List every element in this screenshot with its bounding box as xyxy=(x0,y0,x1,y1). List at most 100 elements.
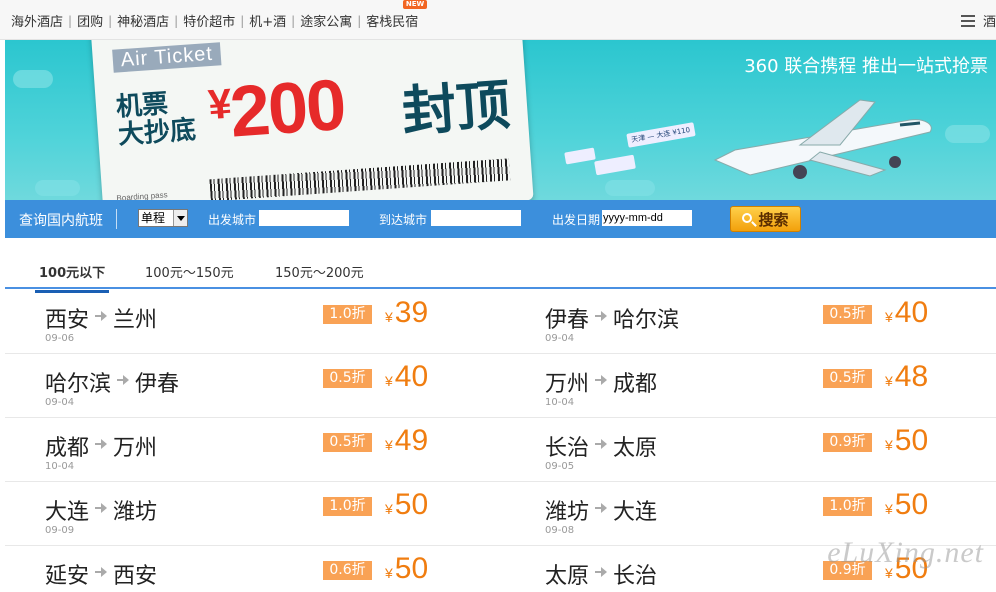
flight-date: 09-05 xyxy=(545,461,575,472)
arrow-right-icon xyxy=(95,566,108,578)
discount-badge: 1.0折 xyxy=(323,305,372,324)
tab-100-150[interactable]: 100元～150元 xyxy=(145,262,234,281)
fare-price-value: 50 xyxy=(394,488,429,521)
search-button[interactable]: 搜索 xyxy=(730,206,801,232)
fare-item[interactable]: 万州 成都 10-04 0.5折 ¥48 xyxy=(505,354,996,418)
new-badge: NEW xyxy=(402,0,428,9)
flight-date: 09-06 xyxy=(45,333,75,344)
origin-city: 太原 xyxy=(545,564,590,589)
menu-icon[interactable] xyxy=(960,14,975,27)
arrow-right-icon xyxy=(95,310,108,322)
ticket-graphic: Air Ticket 机票 大抄底 ¥200 封顶 Boarding pass xyxy=(90,40,534,200)
tab-under-100[interactable]: 100元以下 xyxy=(34,262,110,293)
currency-symbol: ¥ xyxy=(385,437,393,453)
promo-banner[interactable]: Air Ticket 机票 大抄底 ¥200 封顶 Boarding pass … xyxy=(5,40,996,200)
fare-price[interactable]: ¥50 xyxy=(385,552,428,586)
route: 伊春 哈尔滨 xyxy=(545,302,679,334)
mini-ticket-decoration xyxy=(564,147,596,165)
banner-yen: ¥ xyxy=(206,79,232,129)
fare-item[interactable]: 成都 万州 10-04 0.5折 ¥49 xyxy=(5,418,500,482)
fare-item[interactable]: 哈尔滨 伊春 09-04 0.5折 ¥40 xyxy=(5,354,500,418)
route: 延安 西安 xyxy=(45,558,157,590)
destination-city: 伊春 xyxy=(135,372,180,397)
top-nav-right[interactable]: 酒 xyxy=(960,11,996,30)
fare-item[interactable]: 伊春 哈尔滨 09-04 0.5折 ¥40 xyxy=(505,290,996,354)
cloud-decoration xyxy=(945,125,990,143)
top-nav-right-label[interactable]: 酒 xyxy=(983,11,996,30)
flight-date: 09-04 xyxy=(45,397,75,408)
destination-city: 太原 xyxy=(613,436,658,461)
airplane-icon xyxy=(713,99,932,179)
nav-link-inn[interactable]: 客栈民宿 NEW xyxy=(361,0,428,30)
fare-price[interactable]: ¥50 xyxy=(885,488,928,522)
nav-link-group-buy[interactable]: 团购 xyxy=(72,11,108,30)
destination-city: 潍坊 xyxy=(113,500,158,525)
to-city-input[interactable] xyxy=(431,210,521,226)
currency-symbol: ¥ xyxy=(385,565,393,581)
fare-item[interactable]: 延安 西安 0.6折 ¥50 xyxy=(5,546,500,592)
arrow-right-icon xyxy=(595,374,608,386)
nav-link-flight-hotel[interactable]: 机+酒 xyxy=(244,11,291,30)
fare-price-value: 40 xyxy=(394,360,429,393)
fare-price-value: 39 xyxy=(394,296,429,329)
banner-line2: 大抄底 xyxy=(117,115,198,151)
nav-link-mystery-hotel[interactable]: 神秘酒店 xyxy=(112,11,174,30)
mini-ticket-decoration xyxy=(594,154,636,176)
currency-symbol: ¥ xyxy=(885,501,893,517)
banner-suffix: 封顶 xyxy=(400,73,513,144)
route: 成都 万州 xyxy=(45,430,157,462)
flight-search-bar: 查询国内航班 单程 出发城市 到达城市 出发日期 搜索 xyxy=(5,200,996,238)
arrow-right-icon xyxy=(117,374,130,386)
origin-city: 哈尔滨 xyxy=(45,372,112,397)
origin-city: 成都 xyxy=(45,436,90,461)
destination-city: 哈尔滨 xyxy=(613,308,680,333)
cloud-decoration xyxy=(35,180,80,196)
discount-badge: 0.5折 xyxy=(323,369,372,388)
route: 大连 潍坊 xyxy=(45,494,157,526)
destination-city: 长治 xyxy=(613,564,658,589)
destination-city: 西安 xyxy=(113,564,158,589)
boarding-pass-label: Boarding pass xyxy=(116,190,168,200)
fare-item[interactable]: 大连 潍坊 09-09 1.0折 ¥50 xyxy=(5,482,500,546)
cloud-decoration xyxy=(605,180,655,196)
table-row: 哈尔滨 伊春 09-04 0.5折 ¥40 万州 成都 10-04 0.5折 ¥48 xyxy=(5,354,996,418)
from-city-label: 出发城市 xyxy=(208,213,257,227)
flight-date: 10-04 xyxy=(45,461,75,472)
destination-city: 成都 xyxy=(613,372,658,397)
fare-price[interactable]: ¥40 xyxy=(885,296,928,330)
route: 万州 成都 xyxy=(545,366,657,398)
fare-price-value: 49 xyxy=(394,424,429,457)
fare-price[interactable]: ¥50 xyxy=(885,424,928,458)
chevron-down-icon[interactable] xyxy=(173,210,187,226)
arrow-right-icon xyxy=(595,310,608,322)
nav-link-tujia-apartment[interactable]: 途家公寓 xyxy=(295,11,357,30)
destination-city: 兰州 xyxy=(113,308,158,333)
route: 潍坊 大连 xyxy=(545,494,657,526)
fare-item[interactable]: 长治 太原 09-05 0.9折 ¥50 xyxy=(505,418,996,482)
from-city-input[interactable] xyxy=(259,210,349,226)
discount-badge: 1.0折 xyxy=(323,497,372,516)
discount-badge: 0.5折 xyxy=(323,433,372,452)
trip-type-select[interactable]: 单程 xyxy=(138,209,188,227)
fare-price[interactable]: ¥49 xyxy=(385,424,428,458)
fare-price-value: 48 xyxy=(894,360,929,393)
fare-price[interactable]: ¥48 xyxy=(885,360,928,394)
mini-ticket: 天津 — 大连 ¥110 xyxy=(626,122,696,148)
fare-price[interactable]: ¥50 xyxy=(385,488,428,522)
flight-date: 09-09 xyxy=(45,525,75,536)
nav-link-bargain-market[interactable]: 特价超市 xyxy=(178,11,240,30)
arrow-right-icon xyxy=(595,438,608,450)
tab-150-200[interactable]: 150元～200元 xyxy=(275,262,364,281)
depart-date-input[interactable] xyxy=(602,210,692,226)
price-range-tabs: 100元以下 100元～150元 150元～200元 xyxy=(5,238,996,293)
nav-link-inn-label: 客栈民宿 xyxy=(366,15,419,30)
fare-price[interactable]: ¥40 xyxy=(385,360,428,394)
origin-city: 潍坊 xyxy=(545,500,590,525)
nav-link-overseas-hotel[interactable]: 海外酒店 xyxy=(6,11,68,30)
arrow-right-icon xyxy=(595,566,608,578)
banner-price: ¥200 xyxy=(206,64,347,155)
banner-amount: 200 xyxy=(227,64,347,153)
fare-price[interactable]: ¥39 xyxy=(385,296,428,330)
fare-item[interactable]: 西安 兰州 09-06 1.0折 ¥39 xyxy=(5,290,500,354)
watermark: eLuXing.net xyxy=(827,536,984,569)
